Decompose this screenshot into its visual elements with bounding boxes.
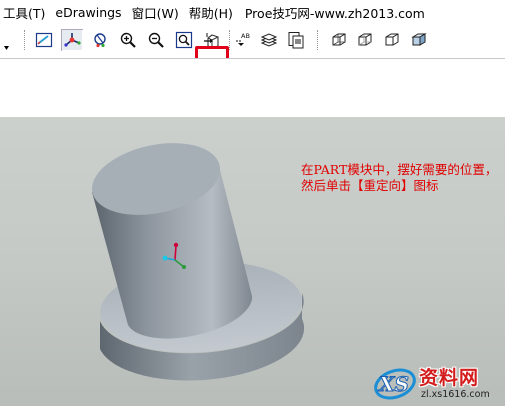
spin-center-icon[interactable] bbox=[61, 29, 83, 51]
menu-window[interactable]: 窗口(W) bbox=[127, 3, 184, 22]
annotation-text: AB bbox=[241, 32, 250, 40]
dropdown-arrow-icon[interactable] bbox=[4, 36, 9, 50]
wireframe-icon[interactable] bbox=[328, 29, 350, 51]
menu-help[interactable]: 帮助(H) bbox=[184, 3, 238, 22]
no-hidden-icon[interactable] bbox=[381, 29, 403, 51]
view-manager-icon[interactable] bbox=[285, 29, 307, 51]
hidden-line-icon[interactable] bbox=[354, 29, 376, 51]
toolbar-separator bbox=[317, 30, 319, 50]
message-panel bbox=[0, 58, 505, 118]
watermark-title: 资料网 bbox=[419, 367, 480, 389]
layers-icon[interactable] bbox=[258, 29, 280, 51]
instruction-note: 在PART模块中，摆好需要的位置，然后单击【重定向】图标 bbox=[301, 162, 498, 193]
graphics-viewport[interactable]: 在PART模块中，摆好需要的位置，然后单击【重定向】图标 XS 资料网 zl.x… bbox=[0, 117, 505, 406]
orient-mode-icon[interactable] bbox=[89, 29, 111, 51]
toolbar-separator bbox=[229, 30, 231, 50]
menu-edrawings[interactable]: eDrawings bbox=[50, 5, 126, 20]
toolbar: AB bbox=[0, 24, 505, 79]
watermark: XS 资料网 zl.xs1616.com bbox=[371, 360, 503, 404]
annotation-display-icon[interactable]: AB bbox=[233, 29, 255, 51]
watermark-url: zl.xs1616.com bbox=[421, 389, 490, 400]
zoom-out-icon[interactable] bbox=[145, 29, 167, 51]
menu-tools[interactable]: 工具(T) bbox=[0, 3, 50, 22]
zoom-in-icon[interactable] bbox=[117, 29, 139, 51]
shading-icon[interactable] bbox=[408, 29, 430, 51]
watermark-logo-icon: XS bbox=[374, 368, 416, 400]
site-label: Proe技巧网-www.zh2013.com bbox=[244, 5, 425, 21]
toolbar-separator bbox=[24, 30, 26, 50]
repaint-icon[interactable] bbox=[33, 29, 55, 51]
watermark-logo-text: XS bbox=[377, 372, 409, 396]
menu-bar: 工具(T) eDrawings 窗口(W) 帮助(H) Proe技巧网-www.… bbox=[0, 0, 505, 24]
refit-icon[interactable] bbox=[173, 29, 195, 51]
